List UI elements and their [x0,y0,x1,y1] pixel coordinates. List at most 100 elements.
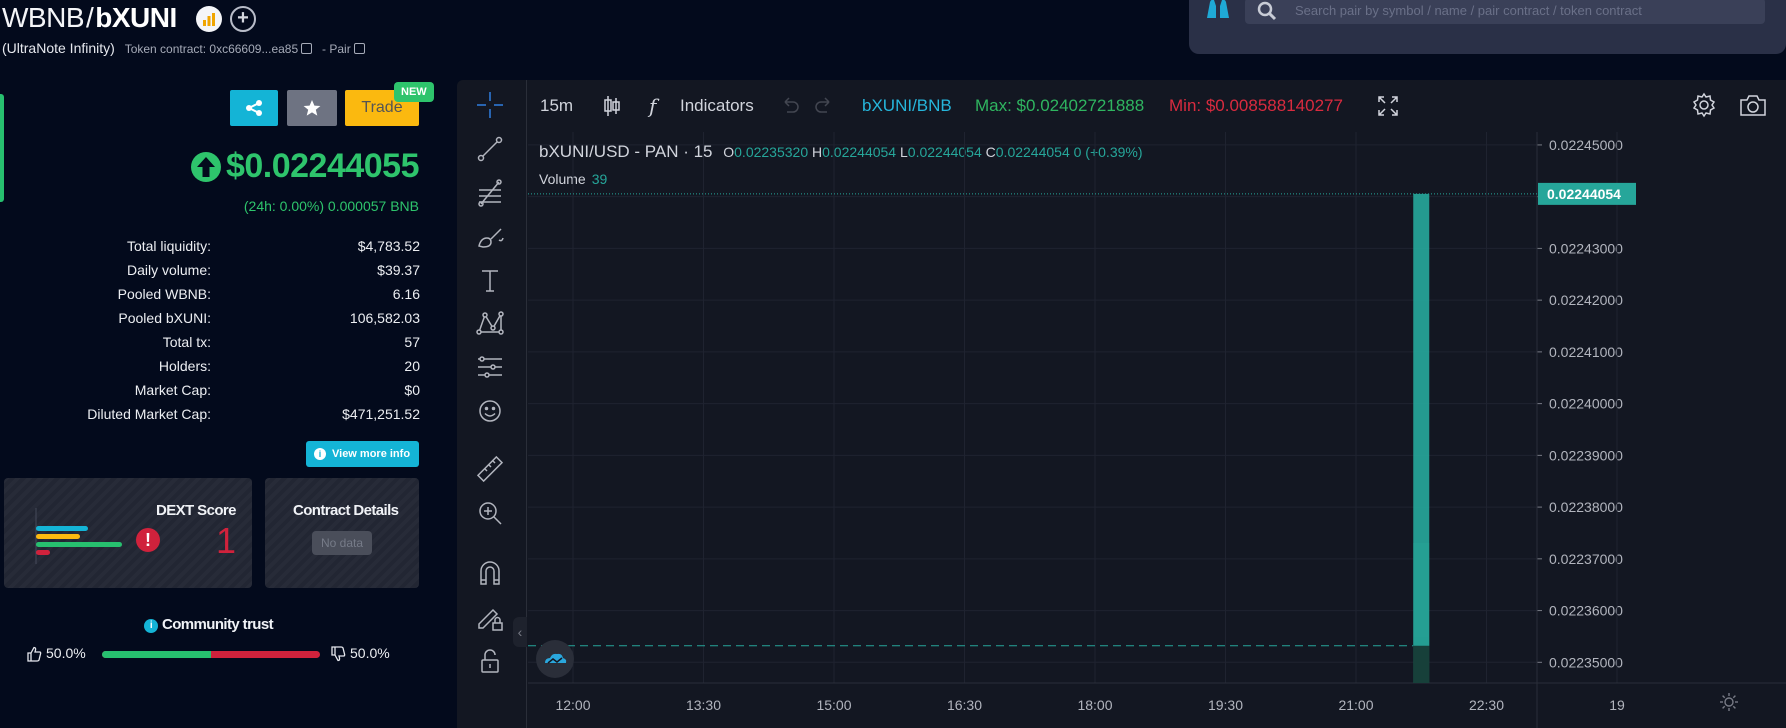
indicators-button[interactable]: Indicators [680,96,754,116]
candles-icon[interactable] [602,94,622,118]
sun-icon[interactable] [1719,692,1739,712]
fib-icon[interactable] [473,176,507,210]
trendline-icon[interactable] [473,132,507,166]
search-panel [1189,0,1786,54]
x-tick-label: 18:00 [1077,697,1112,713]
dext-score-card[interactable]: DEXT Score ! 1 [4,478,252,588]
share-button[interactable] [230,90,278,126]
y-tick-label: 0.02235000 [1549,654,1623,670]
x-tick-label: 19 [1609,697,1625,713]
panel-accent-bar [0,94,4,202]
community-trust-label: Community trust [162,616,274,633]
max-price-label: Max: $0.02402721888 [975,96,1145,115]
contract-details-title: Contract Details [293,502,399,519]
redo-icon[interactable] [813,94,835,116]
chart-badge-icon[interactable] [196,6,222,32]
stat-label: Pooled bXUNI: [118,310,211,326]
stat-row: Holders: 20 [0,358,420,378]
warning-icon: ! [136,528,160,552]
thumbs-down-icon[interactable] [330,646,346,662]
stat-value: $0 [404,382,420,398]
community-trust-title: i Community trust [144,616,274,633]
trust-ratio-fill [102,651,211,658]
x-tick-label: 15:00 [816,697,851,713]
price-chart[interactable]: 0.022450000.022440000.022430000.02242000… [528,132,1786,728]
pair-link[interactable]: - Pair [322,42,351,56]
text-icon[interactable] [473,264,507,298]
stat-row: Total tx: 57 [0,334,420,354]
zoom-in-icon[interactable] [473,496,507,530]
token-subline: (UltraNote Infinity) Token contract: 0xc… [2,40,365,56]
x-tick-label: 22:30 [1469,697,1504,713]
y-tick-label: 0.02239000 [1549,447,1623,463]
symbol-label[interactable]: bXUNI/BNB [862,96,952,116]
emoji-icon[interactable] [473,394,507,428]
fx-icon[interactable]: f [649,94,656,118]
info-icon: i [314,448,326,460]
arrow-up-circle-icon [190,151,221,182]
search-input[interactable] [1295,0,1755,20]
stat-row: Total liquidity: $4,783.52 [0,238,420,258]
token-name: (UltraNote Infinity) [2,40,115,56]
y-tick-label: 0.02243000 [1549,240,1623,256]
unlock-icon[interactable] [473,644,507,678]
cloud-logo-icon [545,653,567,664]
star-icon [303,100,321,116]
stat-value: 6.16 [392,286,420,302]
copy-contract-icon[interactable] [301,43,313,54]
dext-score-title: DEXT Score [156,502,236,519]
favorite-button[interactable] [287,90,337,126]
trust-ratio-bar [102,651,320,658]
stat-value: 57 [404,334,420,350]
copy-pair-icon[interactable] [353,43,365,54]
ruler-icon[interactable] [473,452,507,486]
undo-icon[interactable] [779,94,801,116]
y-tick-label: 0.02245000 [1549,137,1623,153]
contract-details-card[interactable]: Contract Details No data [265,478,419,588]
thumbs-up-icon[interactable] [26,646,42,662]
forecast-icon[interactable] [473,350,507,384]
pair-separator: / [86,2,94,33]
y-tick-label: 0.02240000 [1549,396,1623,412]
interval-selector[interactable]: 15m [540,96,573,116]
chart-panel: 15m f Indicators bXUNI/BNB Max: $0.02402… [457,80,1786,728]
info-icon: i [144,619,158,633]
fullscreen-icon[interactable] [1376,94,1400,118]
view-more-info-button[interactable]: i View more info [306,441,419,467]
stat-label: Pooled WBNB: [117,286,211,302]
new-badge: NEW [394,82,434,102]
gear-icon[interactable] [1691,92,1717,118]
token-contract: Token contract: 0xc66609...ea85 [124,42,299,56]
add-favorite-icon[interactable]: + [230,6,256,32]
x-tick-label: 19:30 [1208,697,1243,713]
current-price: $0.02244055 [225,147,420,185]
y-tick-label: 0.02242000 [1549,292,1623,308]
collapse-toolbar-button[interactable]: ‹ [513,617,527,647]
x-tick-label: 16:30 [947,697,982,713]
trust-up-percent: 50.0% [46,645,86,661]
brush-icon[interactable] [473,220,507,254]
last-price-label: 0.02244054 [1547,186,1621,202]
y-tick-label: 0.02236000 [1549,603,1623,619]
stat-label: Total tx: [162,334,211,350]
y-tick-label: 0.02238000 [1549,499,1623,515]
dext-score-value: 1 [216,520,237,561]
score-bars-icon [35,508,122,564]
trust-down-percent: 50.0% [350,645,390,661]
y-tick-label: 0.02237000 [1549,551,1623,567]
magnet-icon[interactable] [473,556,507,590]
lock-draw-icon[interactable] [473,600,507,634]
stat-label: Daily volume: [126,262,211,278]
y-tick-label: 0.02241000 [1549,344,1623,360]
stat-label: Market Cap: [134,382,211,398]
contract-status-badge: No data [312,531,372,555]
camera-icon[interactable] [1738,92,1768,118]
pattern-icon[interactable] [473,306,507,340]
token-symbol: bXUNI [95,2,177,33]
min-price-label: Min: $0.008588140277 [1169,96,1343,115]
binoculars-icon[interactable] [1205,0,1231,20]
x-tick-label: 12:00 [555,697,590,713]
pair-title: WBNB/bXUNI [2,2,177,34]
community-trust-row: 50.0% 50.0% [26,645,406,665]
price-row: $0.02244055 [190,147,420,186]
